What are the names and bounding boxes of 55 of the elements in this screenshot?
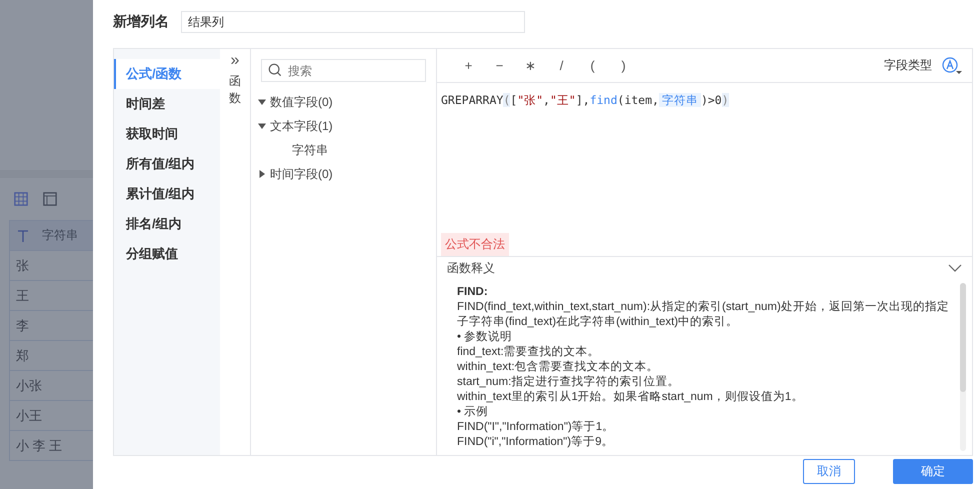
sidebar-item[interactable]: 时间差 (114, 89, 220, 119)
sidebar-item[interactable]: 分组赋值 (114, 239, 220, 269)
formula-error-tag: 公式不合法 (441, 233, 509, 256)
help-title: 函数释义 (447, 260, 495, 276)
table-cell: 张 (16, 256, 29, 274)
table-cell: 小张 (16, 376, 42, 394)
tree-item[interactable]: 时间字段(0) (270, 166, 333, 182)
layout-icon[interactable] (43, 192, 57, 206)
help-text: find_text:需要查找的文本。 (457, 345, 601, 360)
sidebar-item[interactable]: 获取时间 (114, 119, 220, 149)
sidebar-item[interactable]: 公式/函数 (114, 59, 220, 89)
help-text: within_text里的索引从1开始。如果省略start_num，则假设值为1。 (457, 390, 804, 405)
cancel-button[interactable]: 取消 (803, 458, 855, 484)
help-text: FIND("i","Information")等于9。 (457, 435, 614, 450)
table-cell: 小王 (16, 406, 42, 424)
help-text: start_num:指定进行查找字符的索引位置。 (457, 375, 680, 390)
help-text: FIND(find_text,within_text,start_num):从指定的索引(start_num)处开始，返回第一次出现的指定子字符串(find_text)在此字符串(within_text)中的索引。 (457, 300, 950, 330)
help-text: • 示例 (457, 405, 490, 420)
operator-button[interactable]: ∗ (515, 58, 546, 74)
column-header: 字符串 (42, 227, 78, 244)
scrollbar[interactable] (960, 283, 966, 451)
table-cell: 郑 (16, 346, 29, 364)
caret-down-icon[interactable] (258, 98, 266, 106)
field-type-label: 字段类型 (884, 57, 932, 74)
column-name-field[interactable]: 结果列 (181, 11, 525, 33)
search-field[interactable]: 搜索 (261, 59, 426, 82)
operator-button[interactable]: − (484, 58, 515, 73)
functions-label: 函数 (229, 73, 241, 107)
field-type-icon[interactable] (942, 56, 962, 74)
confirm-button[interactable]: 确定 (893, 458, 973, 484)
help-text: FIND("I","Information")等于1。 (457, 420, 616, 435)
operator-button[interactable]: ( (577, 58, 608, 73)
tree-item[interactable]: 数值字段(0) (270, 94, 333, 110)
table-cell: 李 (16, 316, 29, 334)
help-text: • 参数说明 (457, 330, 514, 345)
help-text: FIND: (457, 285, 489, 300)
sidebar-item[interactable]: 所有值/组内 (114, 149, 220, 179)
caret-down-icon[interactable] (258, 122, 266, 130)
tree-item[interactable]: 文本字段(1) (270, 118, 333, 134)
operator-button[interactable]: / (546, 58, 577, 73)
column-name-label: 新增列名 (113, 13, 169, 31)
operator-button[interactable]: + (453, 58, 484, 73)
formula-text[interactable]: GREPARRAY(["张","王"],find(item, 字符串 )>0) (441, 93, 729, 108)
help-text: within_text:包含需要查找文本的文本。 (457, 360, 660, 375)
table-cell: 王 (16, 286, 29, 304)
text-type-icon (18, 230, 28, 242)
sidebar-item[interactable]: 排名/组内 (114, 209, 220, 239)
tree-item[interactable]: 字符串 (292, 142, 328, 158)
table-cell: 小 李 王 (16, 436, 62, 454)
search-icon (268, 63, 282, 77)
expand-button[interactable]: » (230, 53, 240, 69)
caret-right-icon[interactable] (258, 170, 266, 178)
operator-button[interactable]: ) (608, 58, 639, 73)
sidebar-item[interactable]: 累计值/组内 (114, 179, 220, 209)
chevron-icon[interactable] (948, 264, 962, 272)
